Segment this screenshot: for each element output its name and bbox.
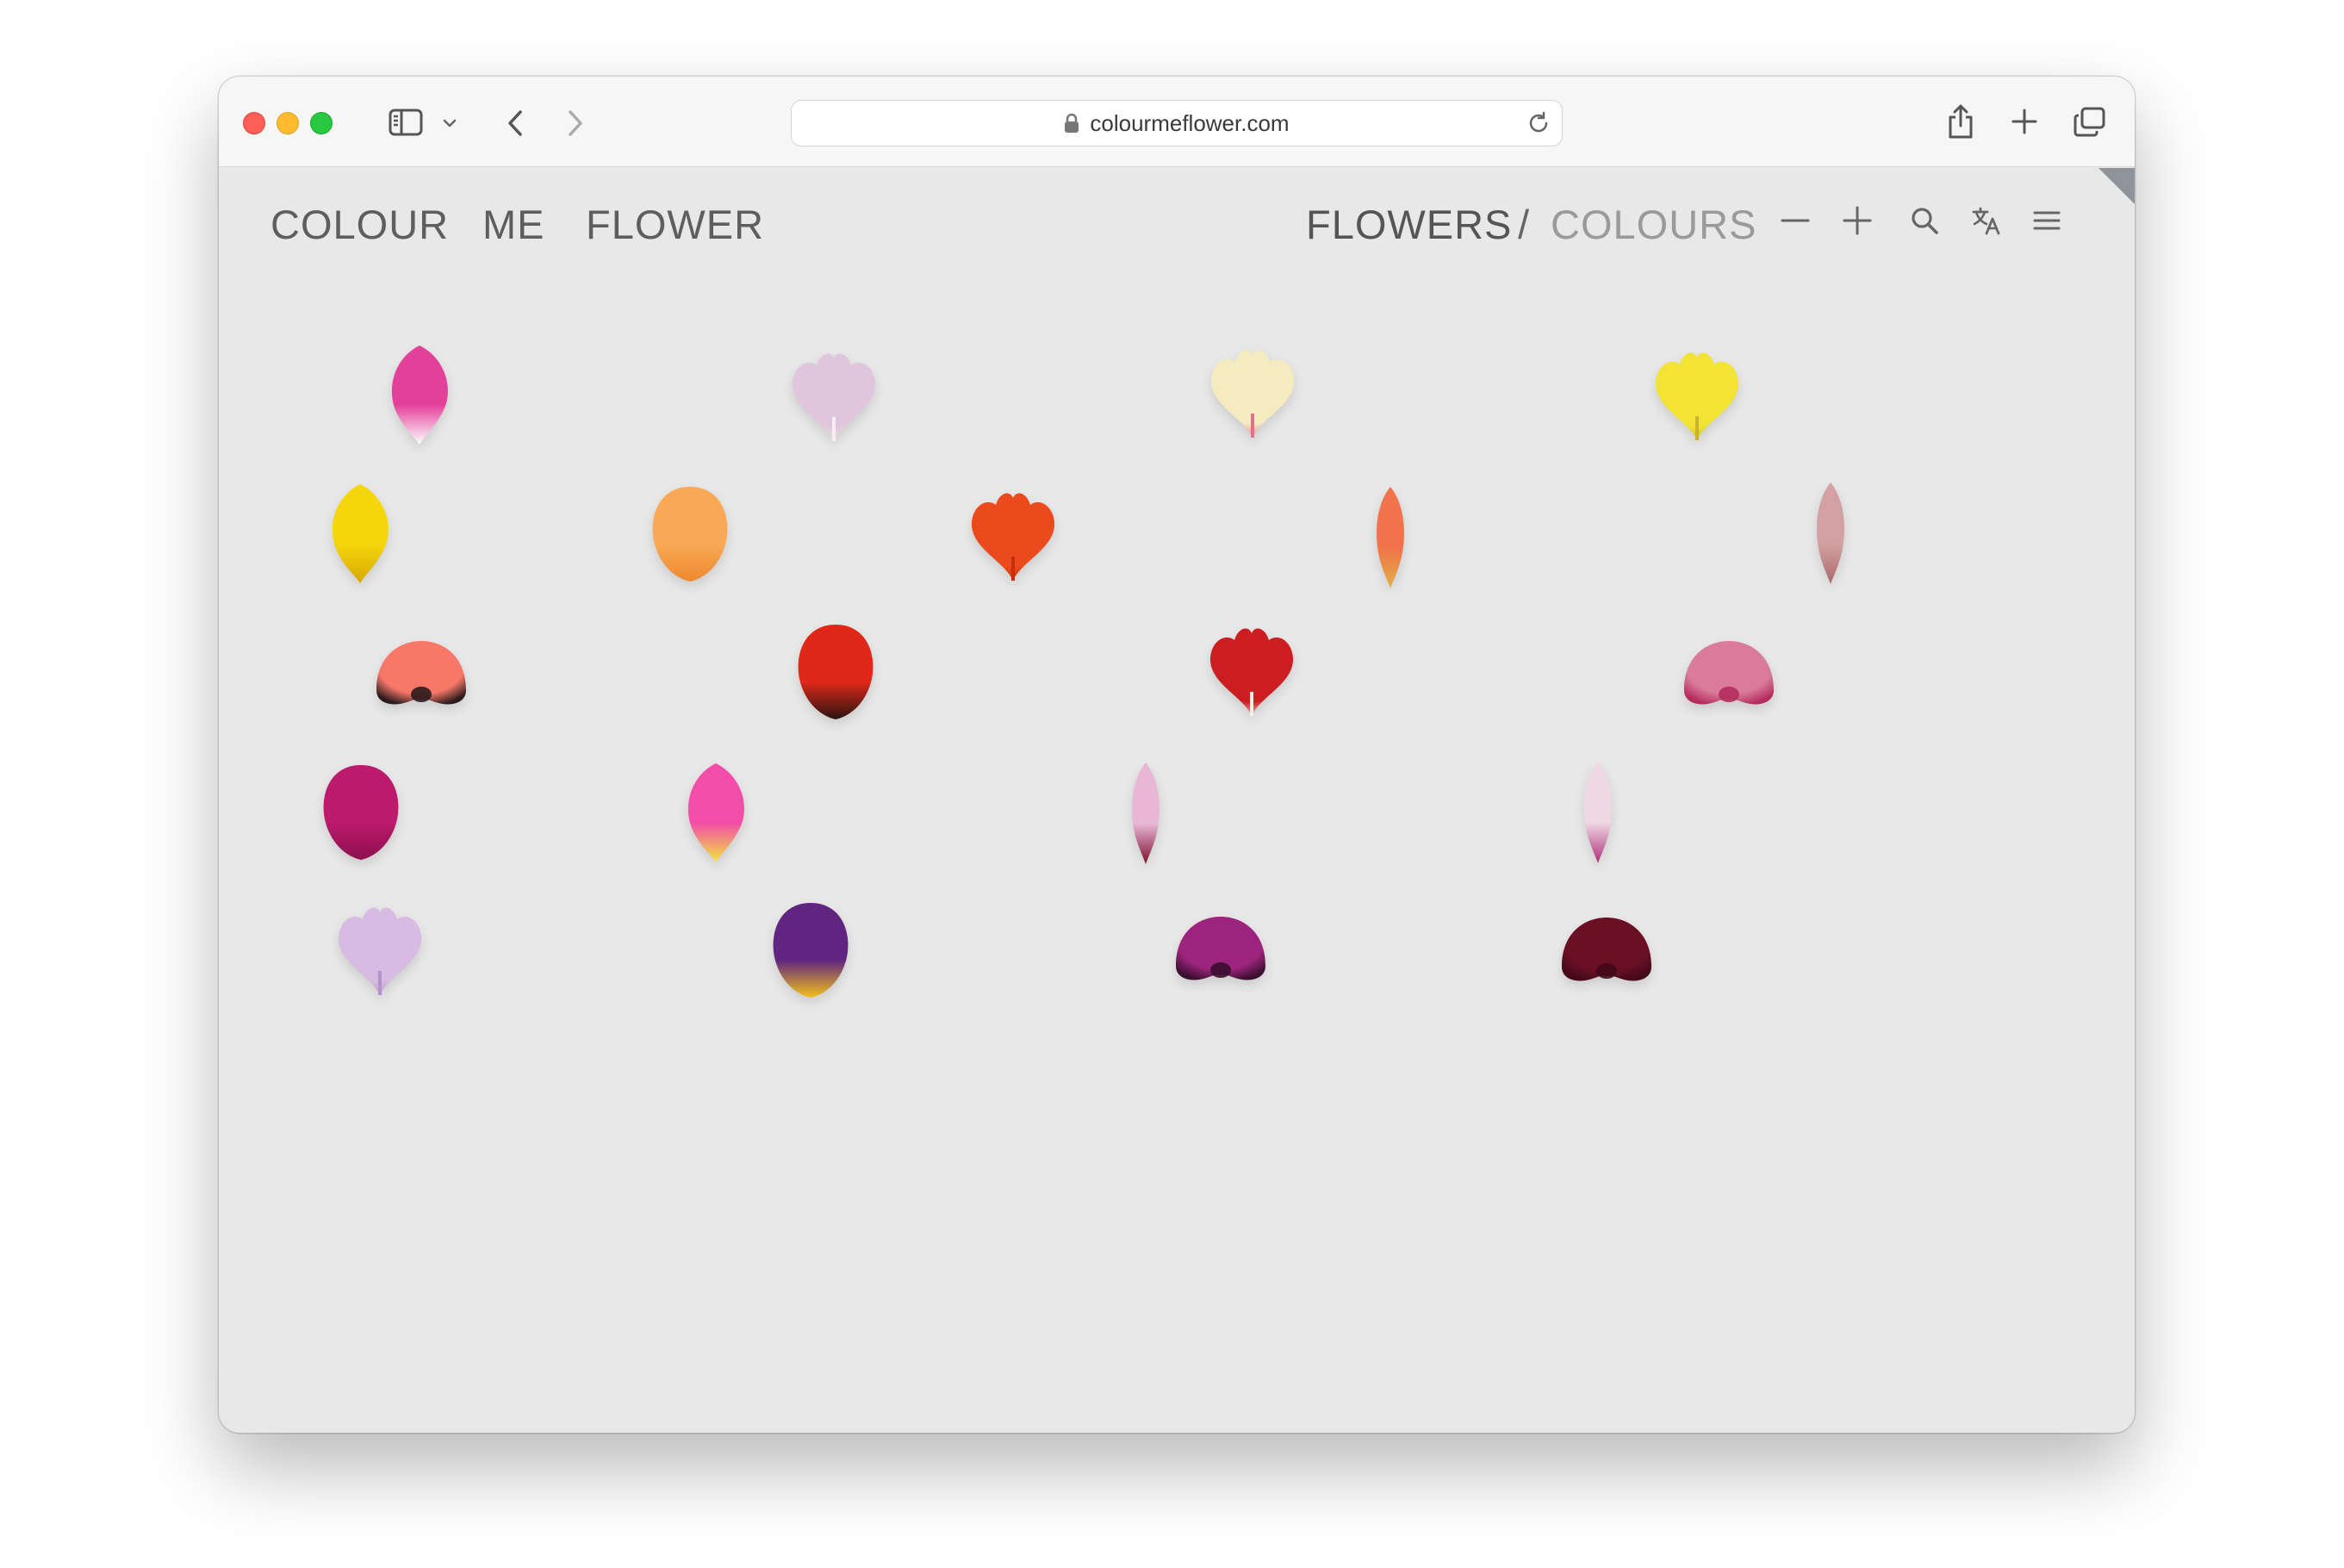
pink-yellow-petal-shape bbox=[687, 763, 744, 862]
red-fringed-petal[interactable] bbox=[1200, 614, 1303, 731]
new-tab-button[interactable] bbox=[2007, 104, 2042, 139]
address-bar[interactable]: colourmeflower.com bbox=[791, 100, 1563, 146]
yellow-petal-shape bbox=[332, 484, 389, 583]
maximize-window-button[interactable] bbox=[310, 112, 333, 134]
purple-yellow-petal-shape bbox=[773, 903, 849, 998]
translate-icon bbox=[1972, 207, 2000, 235]
dusty-pink-petal[interactable] bbox=[1779, 476, 1882, 592]
sidebar-icon bbox=[389, 109, 423, 136]
dark-wine-petal-shape bbox=[1562, 918, 1651, 981]
spotted-petal-shape bbox=[1584, 762, 1612, 863]
menu-button[interactable] bbox=[2031, 205, 2062, 240]
close-window-button[interactable] bbox=[243, 112, 265, 134]
tabs-overview-icon bbox=[2074, 107, 2105, 137]
cream-carnation-petal-shape bbox=[1210, 350, 1295, 438]
reload-icon bbox=[1529, 111, 1548, 133]
language-button[interactable] bbox=[1971, 205, 2002, 240]
orange-petal-shape bbox=[652, 487, 728, 582]
back-button[interactable] bbox=[500, 106, 531, 140]
share-icon bbox=[1949, 104, 1973, 139]
red-orange-petal[interactable] bbox=[961, 479, 1065, 595]
tab-group-dropdown[interactable] bbox=[441, 115, 458, 132]
nav-flowers-link[interactable]: FLOWERS bbox=[1306, 201, 1512, 248]
chevron-right-icon bbox=[569, 110, 582, 136]
pink-white-petal[interactable] bbox=[368, 337, 471, 453]
minimize-window-button[interactable] bbox=[277, 112, 299, 134]
coral-poppy-petal-shape bbox=[376, 641, 466, 705]
lock-icon bbox=[1065, 113, 1079, 133]
yellow-ruffled-petal[interactable] bbox=[1645, 339, 1749, 455]
logo-word-flower[interactable]: FLOWER bbox=[586, 201, 764, 248]
magenta-petal[interactable] bbox=[309, 755, 413, 871]
pink-poppy-petal[interactable] bbox=[1677, 617, 1781, 733]
red-fringed-petal-shape bbox=[1209, 628, 1294, 716]
nav-separator: / bbox=[1518, 202, 1531, 247]
red-tulip-petal-shape bbox=[798, 625, 874, 719]
pink-white-petal-shape bbox=[391, 345, 448, 445]
pink-yellow-petal[interactable] bbox=[664, 755, 768, 871]
plus-icon bbox=[2011, 109, 2037, 134]
dark-wine-petal[interactable] bbox=[1555, 893, 1658, 1010]
url-text: colourmeflower.com bbox=[1090, 109, 1290, 136]
zoom-in-button[interactable] bbox=[1842, 205, 1873, 240]
lavender-star-petal[interactable] bbox=[328, 893, 432, 1010]
logo-word-me[interactable]: ME bbox=[482, 201, 545, 248]
purple-yellow-petal[interactable] bbox=[759, 893, 862, 1009]
menu-icon bbox=[2033, 211, 2061, 230]
chevron-left-icon bbox=[508, 110, 522, 136]
yellow-petal[interactable] bbox=[308, 476, 412, 592]
stamen-petal-shape bbox=[1377, 487, 1404, 588]
logo-word-colour[interactable]: COLOUR bbox=[270, 201, 449, 248]
pink-maroon-petal-shape bbox=[1132, 762, 1160, 864]
violet-pansy-petal-shape bbox=[1176, 917, 1265, 980]
nav-colours-link[interactable]: COLOURS bbox=[1551, 201, 1756, 248]
browser-toolbar: colourmeflower.com bbox=[219, 77, 2135, 167]
cream-carnation-petal[interactable] bbox=[1201, 336, 1304, 452]
lilac-fringed-petal[interactable] bbox=[782, 339, 886, 456]
coral-poppy-petal[interactable] bbox=[370, 617, 473, 733]
dusty-pink-petal-shape bbox=[1817, 482, 1844, 584]
pink-maroon-petal[interactable] bbox=[1094, 756, 1197, 872]
red-orange-petal-shape bbox=[971, 493, 1055, 581]
plus-icon bbox=[1843, 206, 1872, 235]
search-button[interactable] bbox=[1909, 205, 1940, 240]
browser-window: colourmeflower.com COLOUR ME FLOWER FLOW… bbox=[219, 77, 2135, 1433]
sidebar-toggle-button[interactable] bbox=[388, 106, 424, 139]
minus-icon bbox=[1781, 219, 1810, 222]
tab-overview-button[interactable] bbox=[2071, 104, 2109, 140]
lilac-fringed-petal-shape bbox=[792, 353, 876, 441]
spotted-petal[interactable] bbox=[1546, 755, 1650, 871]
red-tulip-petal[interactable] bbox=[784, 614, 887, 731]
magenta-petal-shape bbox=[323, 765, 399, 860]
orange-petal[interactable] bbox=[638, 476, 742, 593]
chevron-down-icon bbox=[443, 119, 457, 128]
pink-poppy-petal-shape bbox=[1684, 641, 1774, 705]
lavender-star-petal-shape bbox=[338, 907, 422, 995]
share-button[interactable] bbox=[1942, 101, 1980, 142]
stamen-petal[interactable] bbox=[1339, 480, 1442, 596]
zoom-out-button[interactable] bbox=[1780, 205, 1811, 240]
forward-button[interactable] bbox=[560, 106, 591, 140]
yellow-ruffled-petal-shape bbox=[1655, 352, 1739, 440]
page-content: COLOUR ME FLOWER FLOWERS / COLOURS bbox=[219, 168, 2135, 1433]
corner-tab[interactable] bbox=[2098, 168, 2135, 204]
reload-button[interactable] bbox=[1526, 110, 1551, 140]
search-icon bbox=[1912, 208, 1938, 234]
violet-pansy-petal[interactable] bbox=[1169, 893, 1272, 1009]
